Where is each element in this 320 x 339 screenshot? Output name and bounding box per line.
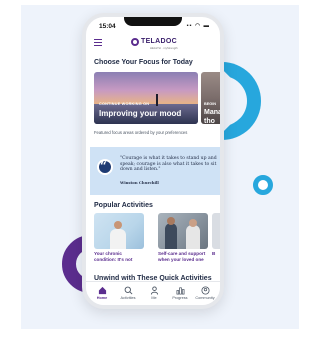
nav-home[interactable]: Home xyxy=(89,286,115,300)
bottom-nav: Home Activities Me Progress Community xyxy=(86,281,220,305)
nav-label: Me xyxy=(151,296,157,300)
status-bar: 15:04 ▪▪ ◠ ▬ xyxy=(86,17,220,33)
nav-community[interactable]: Community xyxy=(192,286,218,300)
status-time: 15:04 xyxy=(99,23,116,30)
logo-mark-icon xyxy=(131,38,139,46)
quote-icon: “ xyxy=(100,159,107,173)
activity-caption: Self-care and support when your loved on… xyxy=(158,251,206,262)
nav-activities[interactable]: Activities xyxy=(115,286,141,300)
activities-section-title: Popular Activities xyxy=(94,202,153,209)
activity-image xyxy=(158,213,208,249)
person-body xyxy=(186,225,200,249)
focus-section-title: Choose Your Focus for Today xyxy=(94,59,193,66)
focus-card-next[interactable]: BEGIN Mana tho xyxy=(201,72,222,124)
person-icon xyxy=(150,286,158,295)
focus-card-eyebrow: CONTINUE WORKING ON xyxy=(99,102,150,106)
focus-card-title: Mana tho xyxy=(204,109,222,124)
hamburger-menu-icon[interactable] xyxy=(94,39,102,46)
nav-progress[interactable]: Progress xyxy=(167,286,193,300)
decorative-ring-small xyxy=(253,175,273,195)
nav-label: Activities xyxy=(120,296,136,300)
search-icon xyxy=(124,286,132,295)
focus-caption: Featured focus areas ordered by your pre… xyxy=(94,130,188,135)
quote-text: "Courage is what it takes to stand up an… xyxy=(120,156,217,173)
quote-card: “ "Courage is what it takes to stand up … xyxy=(90,147,220,195)
activity-card-partial[interactable]: B xyxy=(212,213,220,257)
focus-card-mood[interactable]: CONTINUE WORKING ON Improving your mood xyxy=(94,72,198,124)
community-icon xyxy=(200,286,210,295)
nav-me[interactable]: Me xyxy=(141,286,167,300)
activity-card-chronic[interactable]: Your chronic condition: It's not xyxy=(94,213,144,262)
logo-wordmark: TELADOC xyxy=(141,38,177,45)
activity-image xyxy=(94,213,144,249)
person-body xyxy=(165,223,177,249)
phone-frame: 15:04 ▪▪ ◠ ▬ TELADOC HEALTH · myStrength… xyxy=(82,13,224,309)
quote-author: Winston Churchill xyxy=(120,180,159,185)
focus-card-title: Improving your mood xyxy=(99,109,182,118)
lighthouse-image xyxy=(156,94,158,106)
status-icons: ▪▪ ◠ ▬ xyxy=(186,23,210,29)
focus-card-eyebrow: BEGIN xyxy=(204,102,217,106)
person-image xyxy=(110,221,126,249)
person-head xyxy=(167,217,175,225)
logo-subtitle: HEALTH · myStrength xyxy=(150,46,178,50)
activity-image xyxy=(212,213,220,249)
home-icon xyxy=(98,286,106,295)
bar-chart-icon xyxy=(176,287,184,295)
activity-caption: B xyxy=(212,251,216,256)
person-head xyxy=(189,219,197,227)
nav-label: Progress xyxy=(172,296,188,300)
nav-label: Home xyxy=(96,296,108,300)
activity-caption: Your chronic condition: It's not xyxy=(94,251,133,262)
activity-card-self-care[interactable]: Self-care and support when your loved on… xyxy=(158,213,208,262)
person-head xyxy=(114,221,122,229)
nav-label: Community xyxy=(195,296,215,300)
person-body xyxy=(110,229,126,249)
app-bar: TELADOC HEALTH · myStrength xyxy=(86,34,220,52)
